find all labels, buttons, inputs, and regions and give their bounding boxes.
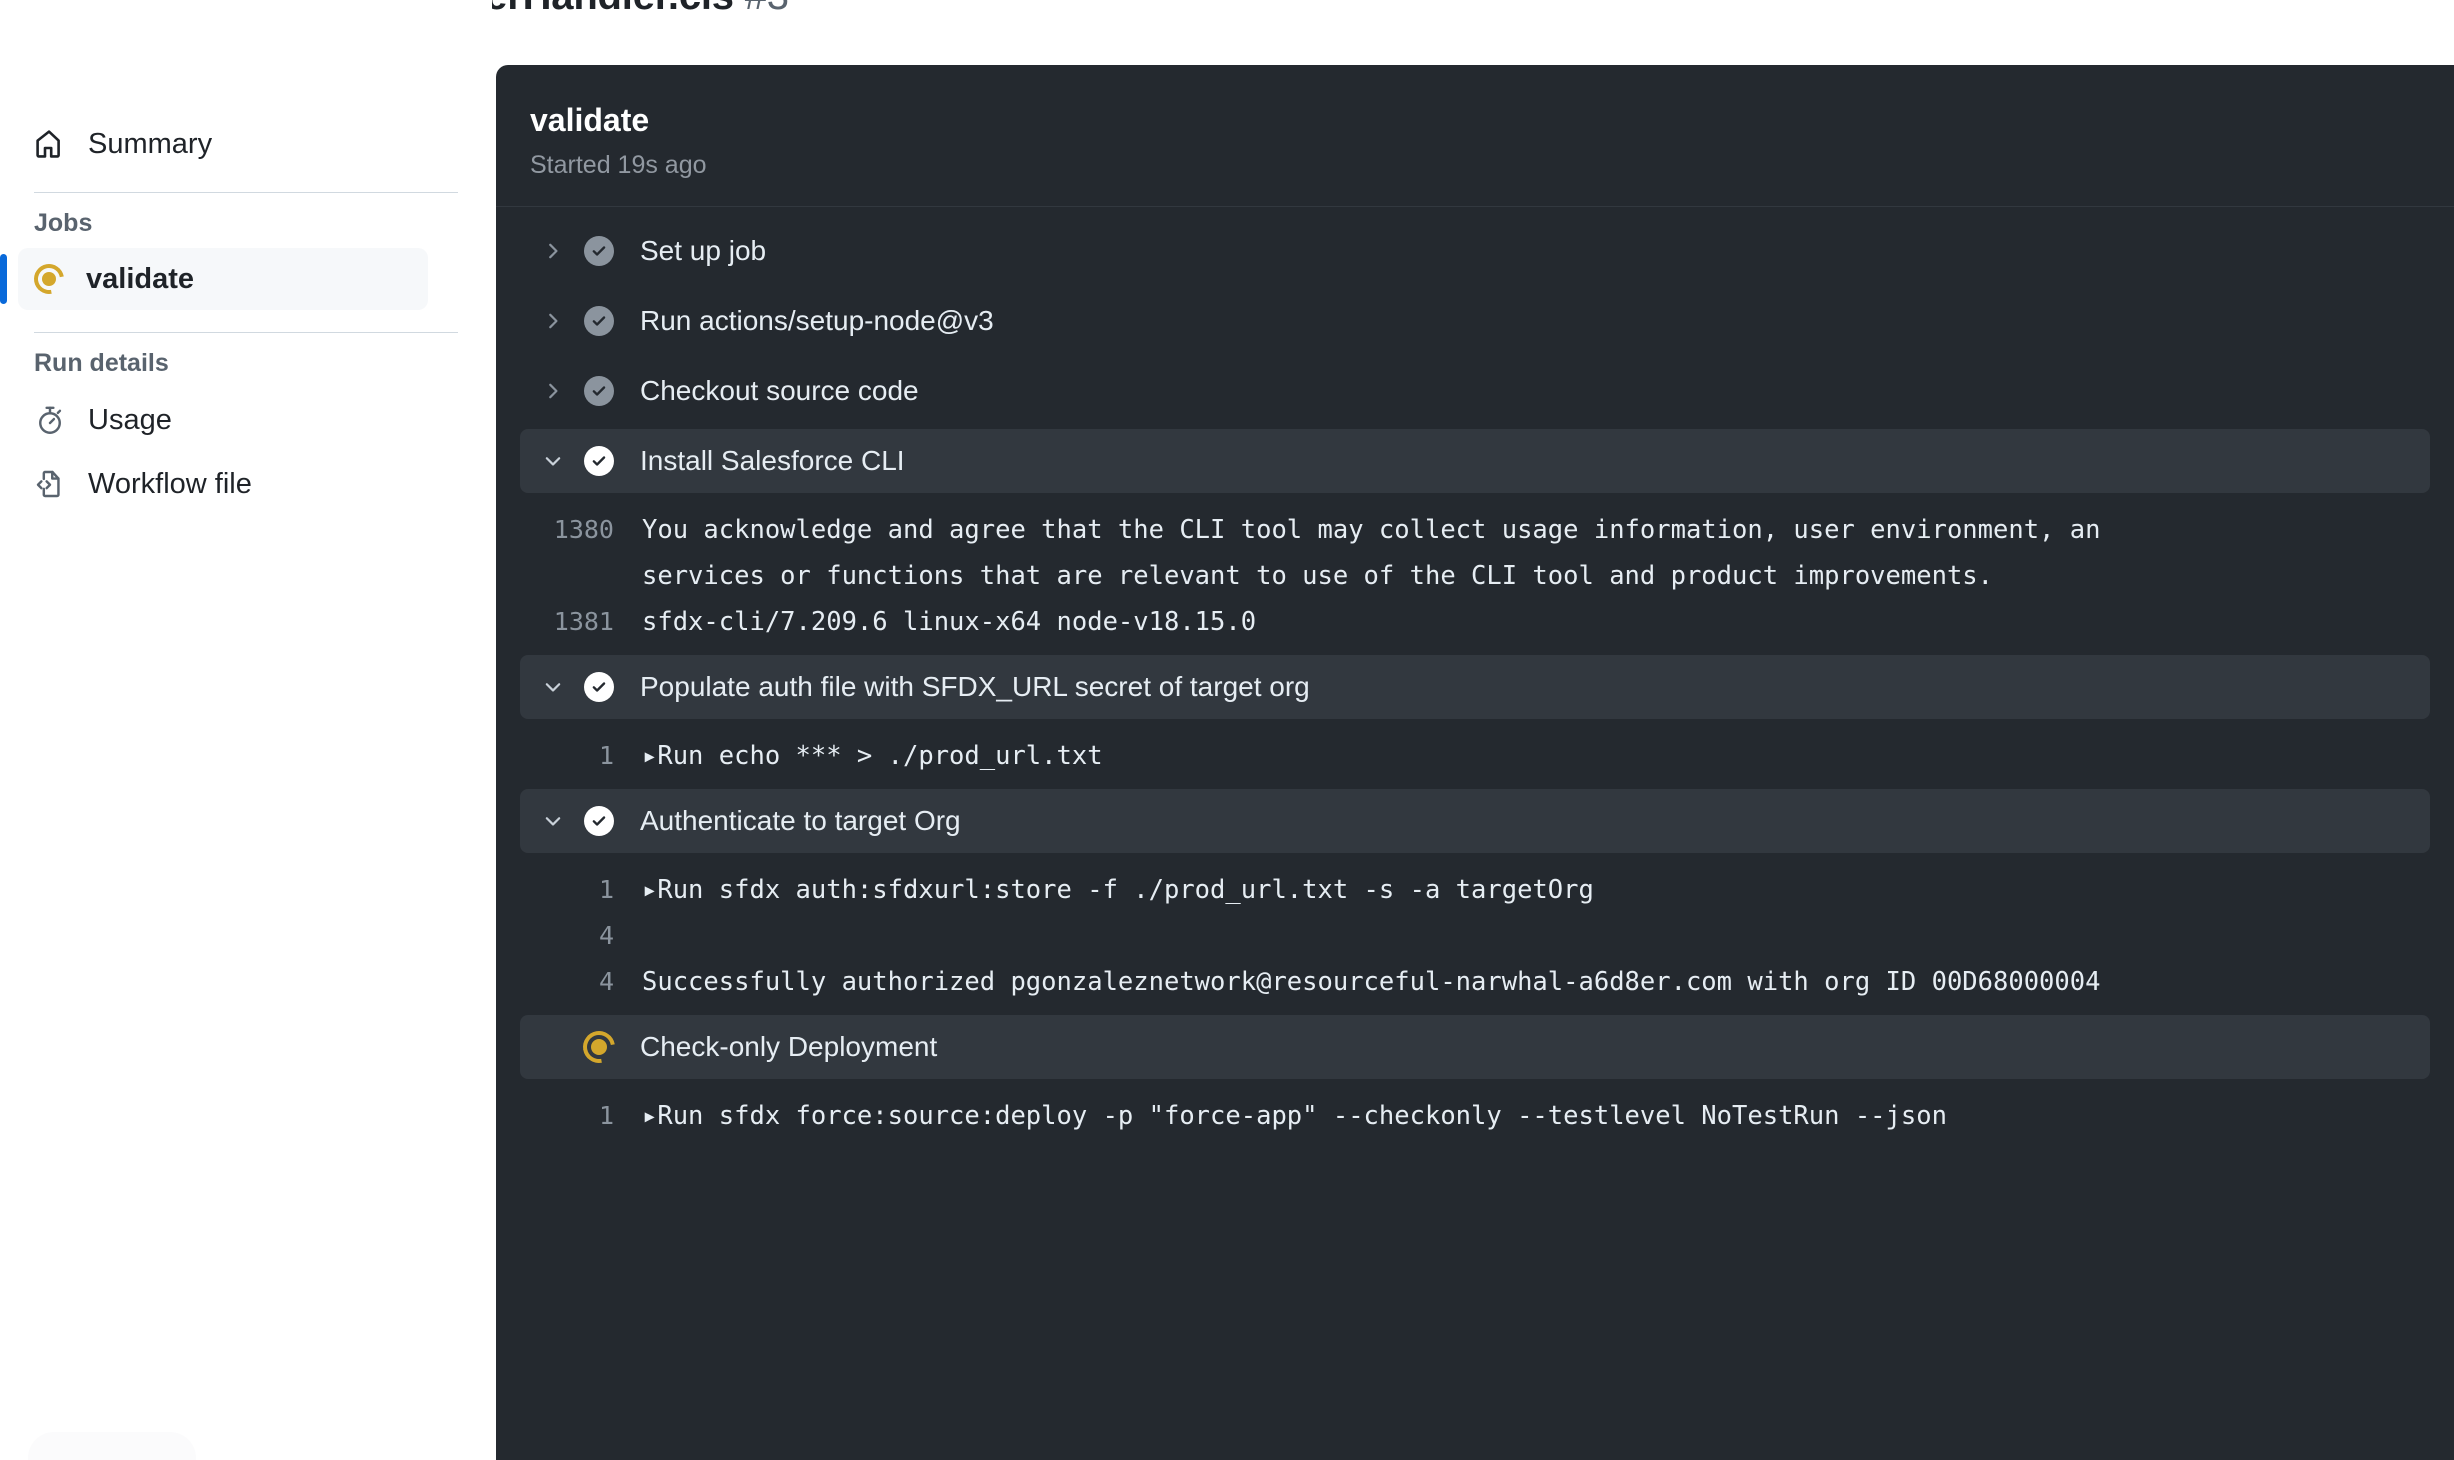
log-line-text: sfdx-cli/7.209.6 linux-x64 node-v18.15.0 [642,607,1257,638]
log-line-text: ▸Run echo *** > ./prod_url.txt [642,741,1103,772]
step-row[interactable]: Run actions/setup-node@v3 [520,289,2430,353]
step-log-output: 1 ▸Run echo *** > ./prod_url.txt [496,719,2454,789]
sidebar-job-validate-label: validate [86,262,194,295]
step-label: Authenticate to target Org [640,805,961,837]
log-line[interactable]: 1 ▸Run echo *** > ./prod_url.txt [496,733,2454,779]
chevron-right-icon[interactable] [536,240,570,262]
log-line[interactable]: 1381 sfdx-cli/7.209.6 linux-x64 node-v18.… [496,599,2454,645]
sidebar: Summary Jobs validate Run details Usage … [0,0,492,1460]
step-row[interactable]: Populate auth file with SFDX_URL secret … [520,655,2430,720]
selected-indicator-bar [0,254,7,304]
check-circle-muted-icon [576,306,622,337]
log-line-text: Successfully authorized pgonzaleznetwork… [642,967,2101,998]
log-line-number: 1 [598,741,614,771]
sidebar-divider-1 [34,192,458,193]
log-line[interactable]: 1380 You acknowledge and agree that the C… [496,507,2454,553]
bottom-left-artifact [28,1432,196,1460]
step-label: Set up job [640,235,767,267]
chevron-right-icon[interactable] [536,310,570,332]
sidebar-item-usage[interactable]: Usage [0,388,492,452]
sidebar-item-summary[interactable]: Summary [0,112,492,176]
log-line-text: ▸Run sfdx force:source:deploy -p "force-… [642,1101,1947,1132]
step-label: Run actions/setup-node@v3 [640,305,994,337]
job-steps-list: Set up job Run actions/setup-node@v3 Check… [496,207,2454,1149]
step-label: Install Salesforce CLI [640,445,905,477]
step-row[interactable]: Set up job [520,219,2430,283]
sidebar-item-workflow-file[interactable]: Workflow file [0,452,492,516]
log-line-text: You acknowledge and agree that the CLI t… [642,515,2101,546]
check-circle-icon [576,446,622,477]
chevron-down-icon[interactable] [536,450,570,472]
sidebar-item-job-validate[interactable]: validate [18,248,428,310]
step-label: Check-only Deployment [640,1031,938,1063]
log-line-number: 1 [598,1101,614,1131]
step-log-output: 1 ▸Run sfdx force:source:deploy -p "force… [496,1079,2454,1149]
home-icon [34,128,66,160]
step-row[interactable]: Authenticate to target Org [520,789,2430,854]
sidebar-job-validate-wrap: validate [0,248,492,310]
check-circle-muted-icon [576,376,622,407]
in-progress-spinner-icon [576,1031,622,1063]
sidebar-item-usage-label: Usage [88,403,172,436]
log-line-number: 1381 [553,607,614,637]
job-log-panel: validate Started 19s ago Set up job Run a… [496,65,2454,1460]
in-progress-spinner-icon [34,264,64,294]
log-line-text: ▸Run sfdx auth:sfdxurl:store -f ./prod_u… [642,875,1594,906]
log-line[interactable]: 4 [496,913,2454,959]
step-log-output: 1380 You acknowledge and agree that the C… [496,493,2454,655]
app-root: Update AccountTriggerHandler.cls #3 Summ… [0,0,2454,1460]
log-line[interactable]: 1 ▸Run sfdx force:source:deploy -p "force… [496,1093,2454,1139]
job-log-started: Started 19s ago [530,151,707,180]
job-log-title: validate [530,102,650,138]
job-log-header: validate Started 19s ago [496,65,2454,208]
chevron-down-icon[interactable] [536,810,570,832]
step-log-output: 1 ▸Run sfdx auth:sfdxurl:store -f ./prod_… [496,853,2454,1015]
log-line-number: 1 [598,875,614,905]
check-circle-icon [576,672,622,703]
file-code-icon [34,468,66,500]
log-line-number: 4 [598,967,614,997]
log-line[interactable]: 4 Successfully authorized pgonzaleznetwor… [496,959,2454,1005]
sidebar-item-workflow-file-label: Workflow file [88,467,252,500]
sidebar-run-details-heading: Run details [34,349,169,377]
log-line-number: 1380 [553,515,614,545]
chevron-right-icon[interactable] [536,380,570,402]
stopwatch-icon [34,404,66,436]
step-label: Populate auth file with SFDX_URL secret … [640,671,1310,703]
sidebar-divider-2 [34,332,458,333]
step-label: Checkout source code [640,375,919,407]
chevron-down-icon[interactable] [536,676,570,698]
sidebar-item-summary-label: Summary [88,127,213,160]
step-row[interactable]: Install Salesforce CLI [520,429,2430,494]
log-line[interactable]: services or functions that are relevant … [496,553,2454,599]
log-line[interactable]: 1 ▸Run sfdx auth:sfdxurl:store -f ./prod_… [496,867,2454,913]
step-row[interactable]: Checkout source code [520,359,2430,423]
step-row[interactable]: Check-only Deployment [520,1015,2430,1080]
log-line-number: 4 [598,921,614,951]
log-line-text: services or functions that are relevant … [642,561,1994,592]
check-circle-icon [576,806,622,837]
check-circle-muted-icon [576,236,622,267]
sidebar-jobs-heading: Jobs [34,209,93,237]
run-number: #3 [745,0,789,18]
